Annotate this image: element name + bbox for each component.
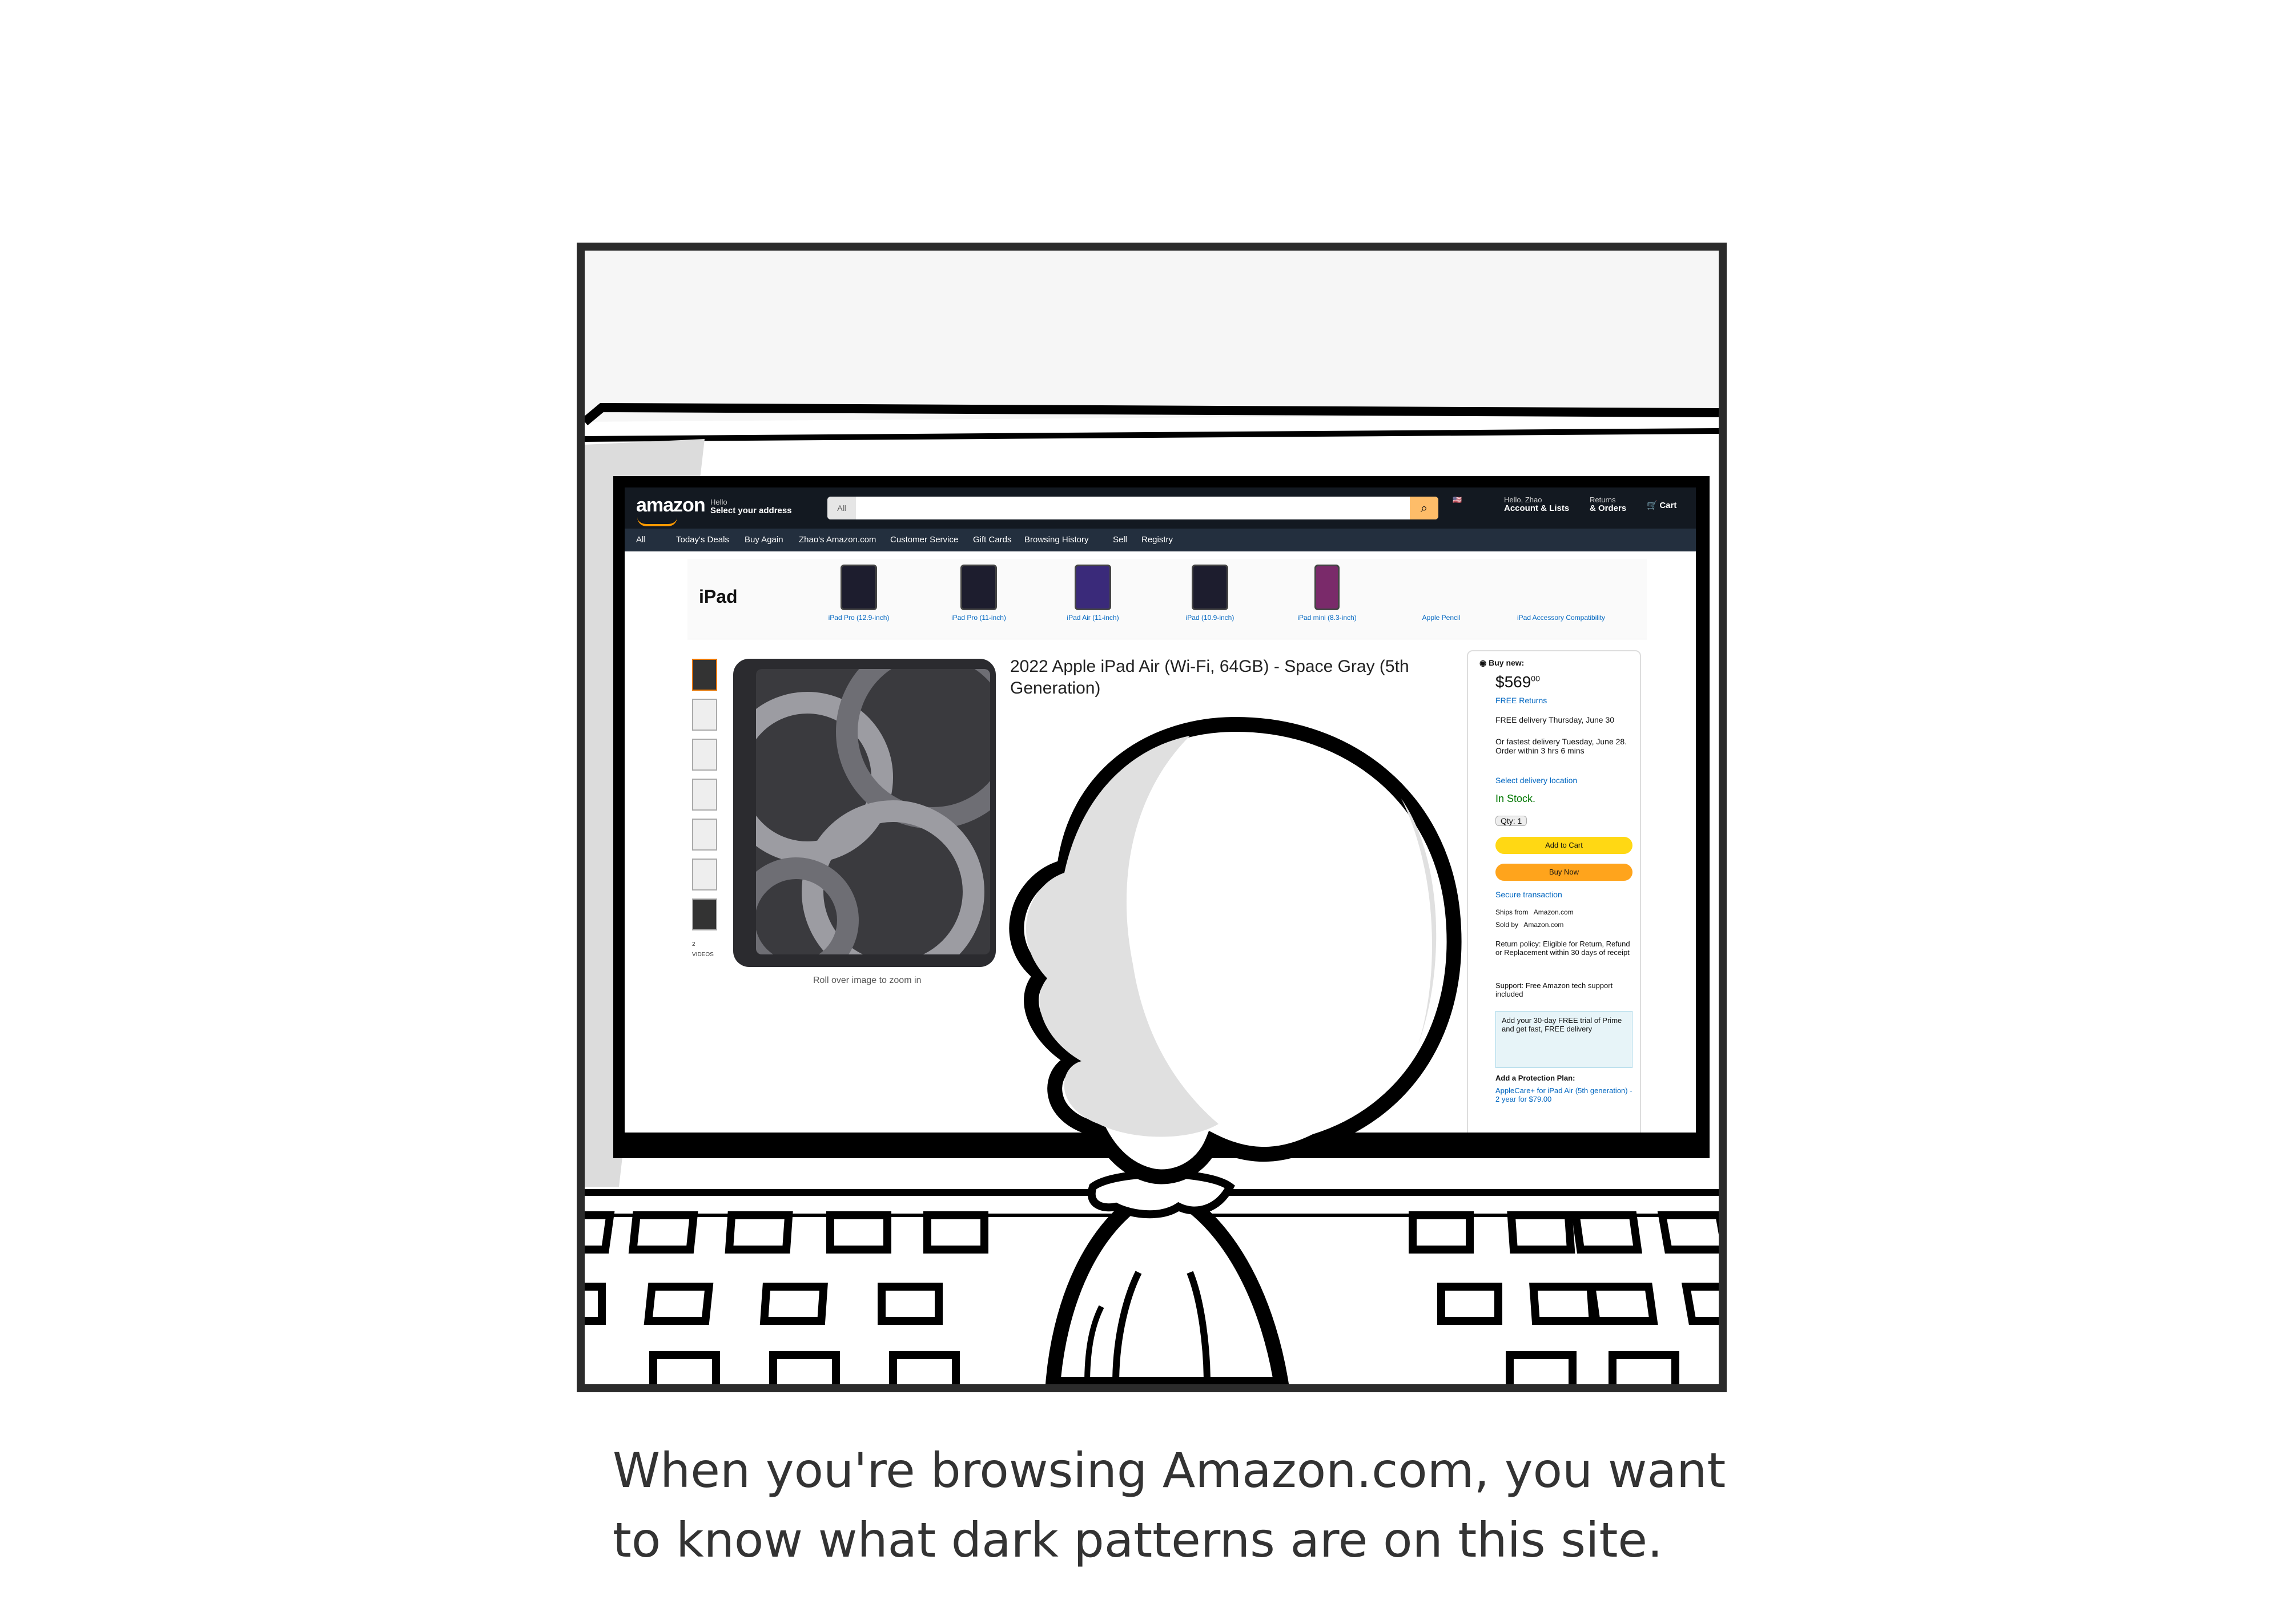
person-figure (1009, 716, 1462, 1384)
comic-caption: When you're browsing Amazon.com, you wan… (613, 1442, 1726, 1568)
comic-panel: amazon Hello Select your address All ⌕ 🇺… (577, 243, 1727, 1392)
scene: amazon Hello Select your address All ⌕ 🇺… (585, 251, 1719, 1384)
